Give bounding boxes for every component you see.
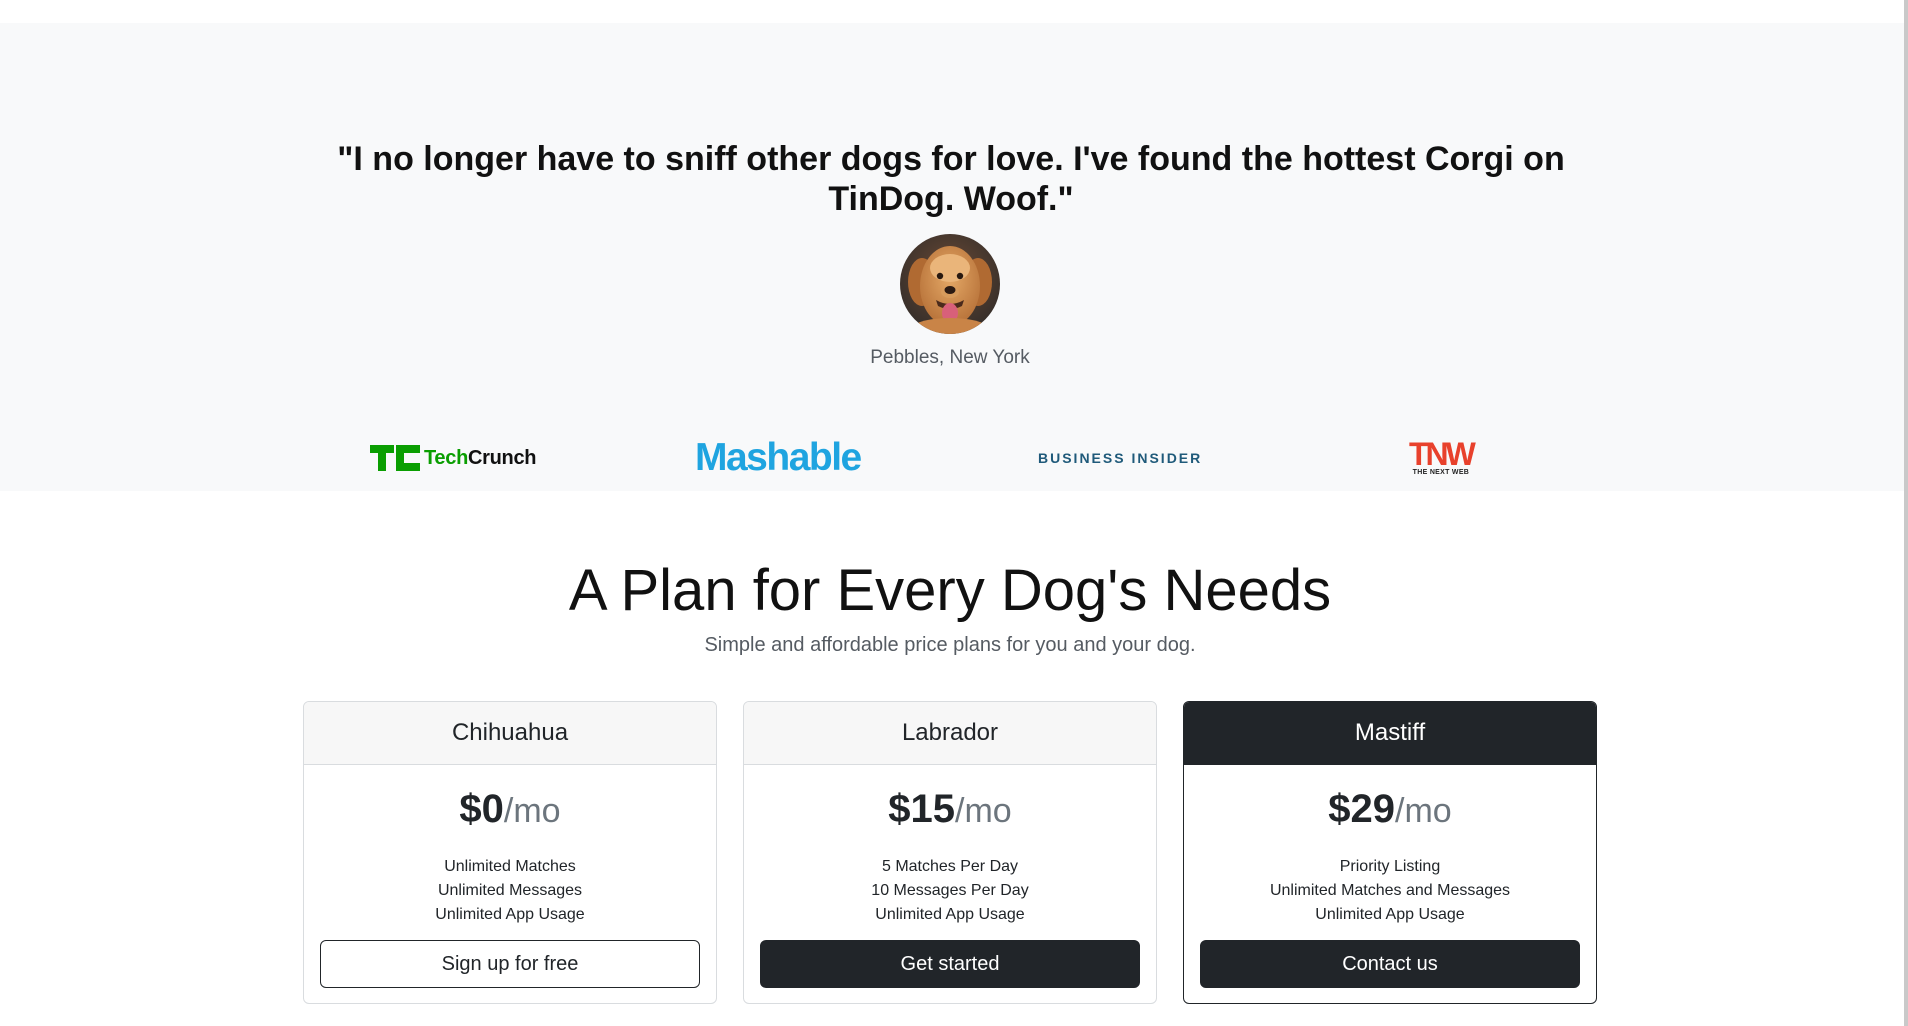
- contact-us-button[interactable]: Contact us: [1200, 940, 1580, 988]
- tnw-logo: TNW THE NEXT WEB: [1409, 433, 1476, 483]
- plan-price-amount: $29: [1328, 787, 1396, 831]
- get-started-button[interactable]: Get started: [760, 940, 1140, 988]
- plan-name: Labrador: [744, 702, 1156, 765]
- plan-price-period: /mo: [1395, 792, 1452, 830]
- plan-feature: 5 Matches Per Day: [881, 858, 1019, 875]
- plan-features: 5 Matches Per Day 10 Messages Per Day Un…: [744, 855, 1156, 927]
- plan-feature: Unlimited Messages: [437, 882, 583, 899]
- plan-card-mastiff: Mastiff $29/mo Priority Listing Unlimite…: [1183, 701, 1597, 1004]
- plan-name: Chihuahua: [304, 702, 716, 765]
- plan-feature: Unlimited App Usage: [435, 906, 585, 923]
- plan-price-amount: $15: [888, 787, 956, 831]
- testimonials-section: "I no longer have to sniff other dogs fo…: [0, 23, 1908, 491]
- pricing-title: A Plan for Every Dog's Needs: [568, 558, 1332, 623]
- plan-price: $15/mo: [744, 785, 1156, 833]
- plan-feature: Unlimited Matches: [444, 858, 576, 875]
- plan-name: Mastiff: [1184, 702, 1596, 765]
- scrollbar[interactable]: [1904, 0, 1908, 1026]
- plan-feature: 10 Messages Per Day: [871, 882, 1029, 899]
- testimonial-quote: "I no longer have to sniff other dogs fo…: [337, 140, 1565, 218]
- techcrunch-icon: [370, 445, 420, 471]
- plan-features: Priority Listing Unlimited Matches and M…: [1184, 855, 1596, 927]
- testimonial-author: Pebbles, New York: [870, 347, 1030, 368]
- plan-price-amount: $0: [459, 787, 504, 831]
- plan-card-chihuahua: Chihuahua $0/mo Unlimited Matches Unlimi…: [303, 701, 717, 1004]
- plan-card-labrador: Labrador $15/mo 5 Matches Per Day 10 Mes…: [743, 701, 1157, 1004]
- plan-price: $0/mo: [304, 785, 716, 833]
- techcrunch-word-tech: Tech: [424, 446, 468, 469]
- business-insider-logo: BUSINESS INSIDER: [1038, 450, 1203, 466]
- plan-feature: Unlimited App Usage: [1315, 906, 1465, 923]
- golden-retriever-avatar-image: [900, 234, 1000, 334]
- plan-feature: Priority Listing: [1339, 858, 1441, 875]
- press-logos: TechCrunch Mashable BUSINESS INSIDER TNW…: [0, 433, 1908, 483]
- tnw-logo-subtitle: THE NEXT WEB: [1412, 469, 1470, 476]
- plan-price: $29/mo: [1184, 785, 1596, 833]
- sign-up-free-button[interactable]: Sign up for free: [320, 940, 700, 988]
- plan-price-period: /mo: [503, 792, 561, 830]
- dog-avatar: [900, 234, 1000, 334]
- plan-feature: Unlimited App Usage: [875, 906, 1025, 923]
- plan-price-period: /mo: [955, 792, 1012, 830]
- tnw-logo-mark: TNW: [1409, 436, 1476, 472]
- plan-features: Unlimited Matches Unlimited Messages Unl…: [304, 855, 716, 927]
- techcrunch-logo: TechCrunch: [370, 433, 537, 483]
- plan-feature: Unlimited Matches and Messages: [1269, 882, 1511, 899]
- mashable-logo: Mashable: [695, 436, 862, 479]
- pricing-subtitle: Simple and affordable price plans for yo…: [704, 634, 1196, 656]
- techcrunch-word-crunch: Crunch: [468, 446, 537, 469]
